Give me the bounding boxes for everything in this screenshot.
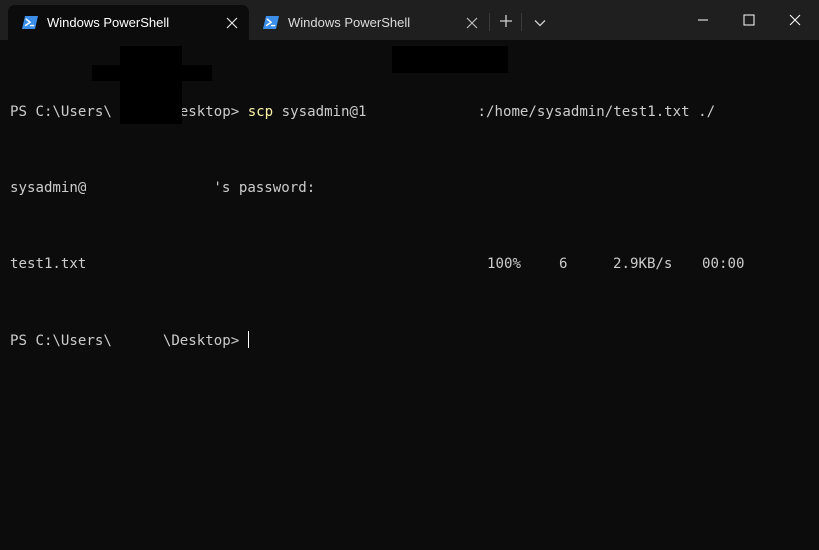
terminal-line-prompt: PS C:\Users\ \Desktop> bbox=[10, 331, 810, 350]
maximize-icon bbox=[743, 11, 755, 30]
powershell-icon bbox=[263, 16, 279, 29]
powershell-icon bbox=[22, 16, 38, 29]
close-icon[interactable] bbox=[225, 16, 239, 30]
chevron-down-icon bbox=[533, 13, 547, 32]
close-icon bbox=[789, 11, 801, 30]
tab-bar: Windows PowerShell Windows PowerShell bbox=[0, 0, 819, 40]
window-close-button[interactable] bbox=[772, 0, 818, 40]
command-arg-suffix: :/home/sysadmin/test1.txt ./ bbox=[477, 104, 716, 120]
transfer-percent: 100% bbox=[487, 256, 521, 272]
prompt-prefix: PS C:\Users\ bbox=[10, 104, 112, 120]
toolbar-divider bbox=[521, 13, 522, 31]
terminal-line-password: sysadmin@ 's password: bbox=[10, 179, 810, 198]
tab-windows-powershell-2[interactable]: Windows PowerShell bbox=[249, 5, 489, 40]
redaction-box bbox=[120, 46, 182, 124]
prompt-suffix: \Desktop> bbox=[162, 333, 248, 349]
password-prompt-prefix: sysadmin@ bbox=[10, 180, 87, 196]
tab-title: Windows PowerShell bbox=[47, 15, 170, 30]
terminal-window: Windows PowerShell Windows PowerShell PS… bbox=[0, 0, 819, 550]
terminal-line-transfer: test1.txt 100% 6 2.9KB/s 00:00 bbox=[10, 255, 810, 274]
minimize-button[interactable] bbox=[680, 0, 726, 40]
minimize-icon bbox=[697, 11, 709, 30]
text-cursor bbox=[247, 331, 250, 348]
plus-icon bbox=[499, 13, 513, 32]
transfer-file: test1.txt bbox=[10, 256, 87, 272]
transfer-rate: 2.9KB/s bbox=[613, 256, 673, 272]
redaction-box bbox=[92, 65, 212, 81]
tab-title: Windows PowerShell bbox=[288, 15, 411, 30]
password-prompt-suffix: 's password: bbox=[213, 180, 316, 196]
redaction-box bbox=[392, 46, 508, 73]
new-tab-button[interactable] bbox=[492, 8, 520, 36]
transfer-size: 6 bbox=[559, 256, 568, 272]
tab-windows-powershell-1[interactable]: Windows PowerShell bbox=[8, 5, 249, 40]
close-icon[interactable] bbox=[465, 16, 479, 30]
transfer-eta: 00:00 bbox=[702, 256, 745, 272]
tab-separator bbox=[489, 13, 490, 31]
profile-dropdown-button[interactable] bbox=[526, 8, 554, 36]
command-arg-prefix: sysadmin@1 bbox=[273, 104, 367, 120]
command-name: scp bbox=[247, 104, 274, 120]
terminal-output[interactable]: PS C:\Users\ \Desktop> scp sysadmin@1 :/ho… bbox=[10, 46, 810, 541]
maximize-button[interactable] bbox=[726, 0, 772, 40]
prompt-prefix: PS C:\Users\ bbox=[10, 333, 112, 349]
